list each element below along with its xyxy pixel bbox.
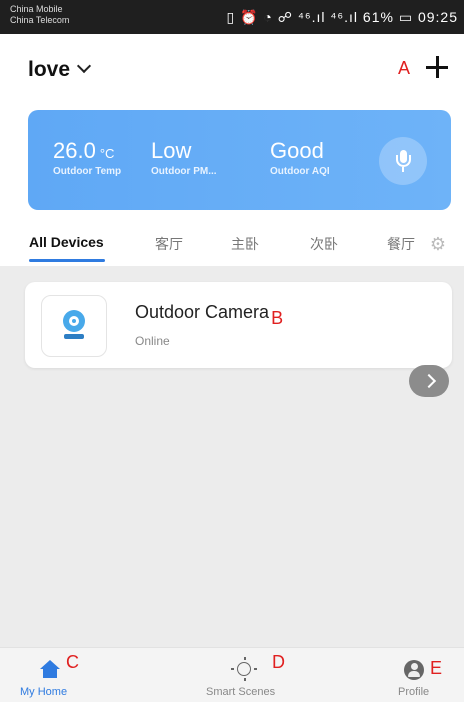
room-tabs: All Devices 客厅 主卧 次卧 餐厅 ⚙ bbox=[0, 230, 464, 266]
tab-living-room[interactable]: 客厅 bbox=[155, 234, 183, 254]
home-selector[interactable]: love bbox=[28, 58, 92, 82]
add-icon bbox=[426, 56, 448, 78]
device-status: Online bbox=[135, 334, 170, 348]
annotation-b: B bbox=[271, 308, 284, 328]
temp-block: 26.0 °C Outdoor Temp bbox=[53, 138, 121, 177]
active-tab-indicator bbox=[29, 259, 105, 262]
temp-label: Outdoor Temp bbox=[53, 166, 122, 177]
tab-all-devices[interactable]: All Devices bbox=[29, 234, 104, 250]
device-name: Outdoor Camera B bbox=[135, 302, 283, 328]
temp-unit: °C bbox=[99, 146, 115, 161]
add-button[interactable]: A bbox=[390, 52, 450, 82]
nav-my-home[interactable]: C My Home bbox=[20, 648, 100, 702]
aqi-block: Good Outdoor AQI bbox=[270, 138, 330, 177]
pm-label: Outdoor PM... bbox=[151, 166, 217, 177]
bottom-nav: C My Home D Smart Scenes E Profile bbox=[0, 647, 464, 702]
tab-dining-room[interactable]: 餐厅 bbox=[387, 234, 415, 254]
status-indicators: ▯ ⏰ ◔ ☍ ⁴⁶.ıl ⁴⁶.ıl 61% ▭ 09:25 bbox=[226, 9, 458, 25]
profile-icon bbox=[404, 660, 424, 680]
nav-profile[interactable]: E Profile bbox=[396, 648, 456, 702]
carrier-info: China Mobile China Telecom bbox=[10, 4, 69, 26]
carrier-2: China Telecom bbox=[10, 15, 70, 25]
carrier-1: China Mobile bbox=[10, 4, 63, 14]
home-icon bbox=[40, 660, 60, 678]
home-name: love bbox=[28, 58, 71, 81]
weather-card[interactable]: 26.0 °C Outdoor Temp Low Outdoor PM... Go… bbox=[28, 110, 451, 210]
aqi-value: Good bbox=[270, 138, 324, 163]
annotation-e: E bbox=[430, 658, 443, 678]
temp-value: 26.0 bbox=[53, 138, 96, 163]
chevron-down-icon bbox=[76, 58, 92, 74]
gear-icon[interactable]: ⚙ bbox=[430, 234, 446, 255]
tab-second-bedroom[interactable]: 次卧 bbox=[310, 234, 338, 254]
nav-label-scenes: Smart Scenes bbox=[206, 686, 276, 698]
voice-button[interactable] bbox=[379, 137, 427, 185]
tab-master-bedroom[interactable]: 主卧 bbox=[231, 234, 259, 254]
chevron-right-icon[interactable] bbox=[409, 365, 449, 397]
device-name-text: Outdoor Camera bbox=[135, 302, 270, 322]
nav-label-profile: Profile bbox=[398, 686, 430, 698]
device-card[interactable]: Outdoor Camera B Online bbox=[25, 282, 452, 368]
annotation-a: A bbox=[398, 58, 411, 78]
nav-smart-scenes[interactable]: D Smart Scenes bbox=[202, 648, 302, 702]
aqi-label: Outdoor AQI bbox=[270, 166, 330, 177]
annotation-d: D bbox=[272, 652, 285, 672]
pm-value: Low bbox=[151, 138, 192, 163]
home-header: love A 26.0 °C Outdoor Temp Low Outdoor P… bbox=[0, 34, 464, 266]
annotation-c: C bbox=[66, 652, 79, 672]
status-bar: China Mobile China Telecom ▯ ⏰ ◔ ☍ ⁴⁶.ıl… bbox=[0, 0, 464, 34]
camera-icon bbox=[41, 295, 107, 357]
nav-label-home: My Home bbox=[20, 686, 68, 698]
pm-block: Low Outdoor PM... bbox=[151, 138, 217, 177]
